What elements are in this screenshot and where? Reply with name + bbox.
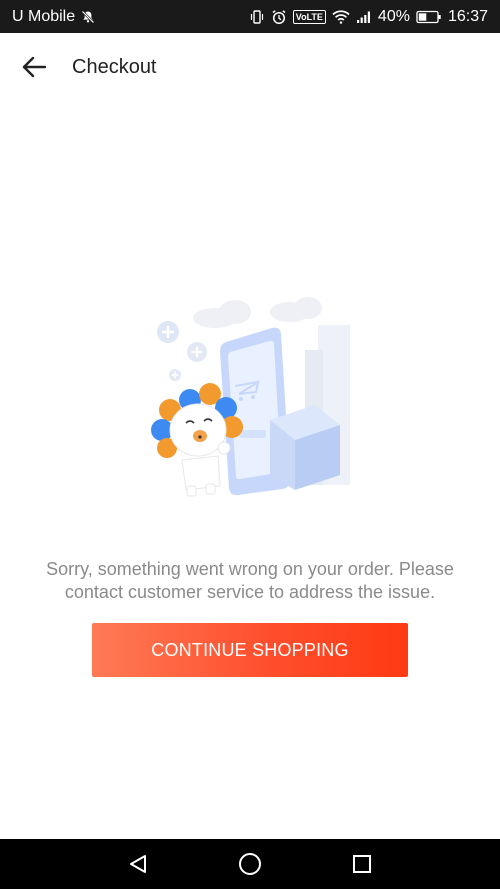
package-icon bbox=[270, 405, 340, 490]
status-left: U Mobile bbox=[12, 8, 95, 26]
nav-home-button[interactable] bbox=[235, 849, 265, 879]
carrier-name: U Mobile bbox=[12, 7, 76, 25]
cloud-icon bbox=[193, 297, 322, 328]
wifi-icon bbox=[332, 9, 350, 24]
status-right: VoLTE 40% 16:37 bbox=[249, 8, 488, 26]
volte-badge: VoLTE bbox=[292, 9, 326, 24]
circle-home-icon bbox=[239, 853, 261, 875]
plus-circle-icon bbox=[157, 321, 207, 381]
page-title: Checkout bbox=[72, 55, 157, 78]
alarm-icon bbox=[271, 9, 287, 25]
app-header: Checkout bbox=[0, 33, 500, 101]
status-bar: U Mobile VoLTE 40% 16:37 bbox=[0, 0, 500, 33]
clock: 16:37 bbox=[447, 7, 488, 25]
back-button[interactable] bbox=[14, 47, 54, 87]
notifications-muted-icon bbox=[81, 10, 95, 24]
signal-icon bbox=[356, 10, 372, 24]
nav-recents-button[interactable] bbox=[347, 849, 377, 879]
nav-back-button[interactable] bbox=[123, 849, 153, 879]
system-nav-bar bbox=[0, 839, 500, 889]
continue-shopping-button[interactable]: CONTINUE SHOPPING bbox=[92, 623, 408, 677]
arrow-left-icon bbox=[22, 56, 47, 78]
error-illustration bbox=[140, 290, 360, 510]
battery-percent: 40% bbox=[377, 7, 410, 25]
error-message: Sorry, something went wrong on your orde… bbox=[46, 559, 454, 602]
square-recents-icon bbox=[353, 855, 371, 873]
triangle-back-icon bbox=[130, 855, 146, 873]
vibrate-icon bbox=[249, 9, 265, 25]
battery-icon bbox=[416, 10, 442, 24]
